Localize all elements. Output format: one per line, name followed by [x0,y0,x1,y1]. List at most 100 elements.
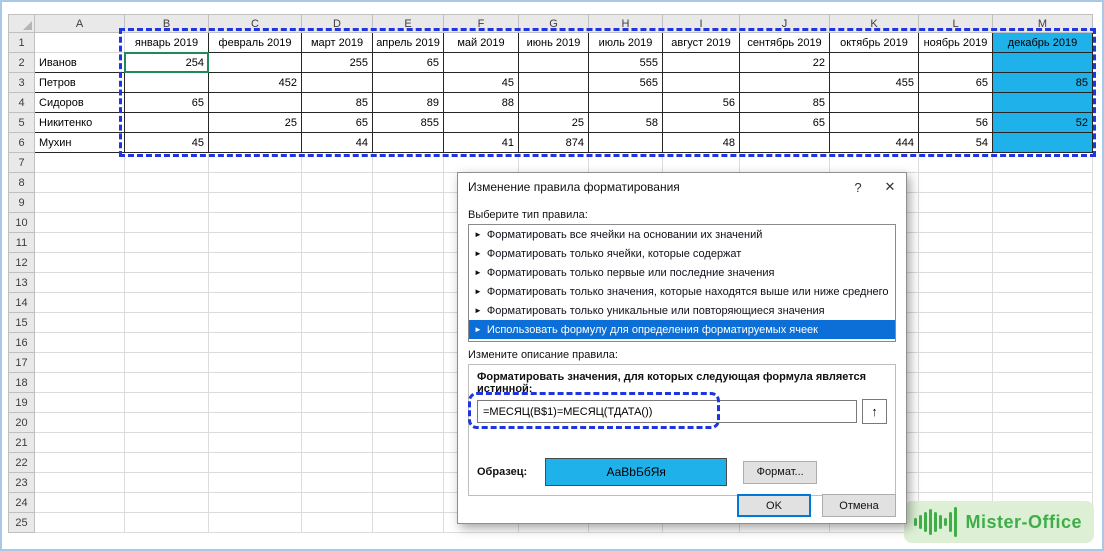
cell-M12[interactable] [993,253,1093,273]
cell-F5[interactable] [444,113,519,133]
column-header-G[interactable]: G [519,15,589,33]
cell-E11[interactable] [373,233,444,253]
rule-type-item[interactable]: ►Использовать формулу для определения фо… [469,320,895,339]
cell-B20[interactable] [125,413,209,433]
cell-L21[interactable] [919,433,993,453]
cell-L23[interactable] [919,473,993,493]
cell-E8[interactable] [373,173,444,193]
cell-A22[interactable] [35,453,125,473]
cell-J5[interactable]: 65 [740,113,830,133]
cell-F4[interactable]: 88 [444,93,519,113]
close-icon[interactable]: ✕ [874,173,906,201]
cell-A17[interactable] [35,353,125,373]
cell-D9[interactable] [302,193,373,213]
cell-M9[interactable] [993,193,1093,213]
cell-H2[interactable]: 555 [589,53,663,73]
dialog-titlebar[interactable]: Изменение правила форматирования ? ✕ [458,173,906,201]
cell-A23[interactable] [35,473,125,493]
select-all-corner[interactable] [9,15,35,33]
cell-D10[interactable] [302,213,373,233]
cell-C25[interactable] [209,513,302,533]
column-header-H[interactable]: H [589,15,663,33]
cell-M2[interactable] [993,53,1093,73]
rule-type-item[interactable]: ►Форматировать только значения, которые … [469,282,895,301]
cell-D16[interactable] [302,333,373,353]
cell-B5[interactable] [125,113,209,133]
cell-I3[interactable] [663,73,740,93]
cell-C17[interactable] [209,353,302,373]
cell-F6[interactable]: 41 [444,133,519,153]
rule-type-item[interactable]: ►Форматировать только первые или последн… [469,263,895,282]
cell-B4[interactable]: 65 [125,93,209,113]
rule-type-item[interactable]: ►Форматировать только ячейки, которые со… [469,244,895,263]
cell-L10[interactable] [919,213,993,233]
cell-E2[interactable]: 65 [373,53,444,73]
cell-M23[interactable] [993,473,1093,493]
cell-D21[interactable] [302,433,373,453]
cell-M13[interactable] [993,273,1093,293]
cell-D24[interactable] [302,493,373,513]
cell-C12[interactable] [209,253,302,273]
cell-C3[interactable]: 452 [209,73,302,93]
cell-E20[interactable] [373,413,444,433]
cell-L12[interactable] [919,253,993,273]
cell-L18[interactable] [919,373,993,393]
row-header-6[interactable]: 6 [9,133,35,153]
cell-B24[interactable] [125,493,209,513]
cell-A24[interactable] [35,493,125,513]
cancel-button[interactable]: Отмена [822,494,896,517]
cell-L19[interactable] [919,393,993,413]
cell-E7[interactable] [373,153,444,173]
cell-D23[interactable] [302,473,373,493]
column-header-J[interactable]: J [740,15,830,33]
cell-K5[interactable] [830,113,919,133]
cell-D2[interactable]: 255 [302,53,373,73]
cell-B8[interactable] [125,173,209,193]
column-header-F[interactable]: F [444,15,519,33]
cell-E9[interactable] [373,193,444,213]
cell-M21[interactable] [993,433,1093,453]
row-header-10[interactable]: 10 [9,213,35,233]
cell-A2[interactable]: Иванов [35,53,125,73]
row-header-9[interactable]: 9 [9,193,35,213]
cell-M22[interactable] [993,453,1093,473]
cell-L8[interactable] [919,173,993,193]
cell-J6[interactable] [740,133,830,153]
cell-D20[interactable] [302,413,373,433]
cell-C2[interactable] [209,53,302,73]
cell-B14[interactable] [125,293,209,313]
cell-C21[interactable] [209,433,302,453]
cell-A14[interactable] [35,293,125,313]
cell-A5[interactable]: Никитенко [35,113,125,133]
cell-D19[interactable] [302,393,373,413]
cell-A1[interactable] [35,33,125,53]
cell-F3[interactable]: 45 [444,73,519,93]
column-header-B[interactable]: B [125,15,209,33]
cell-M14[interactable] [993,293,1093,313]
column-header-A[interactable]: A [35,15,125,33]
cell-E3[interactable] [373,73,444,93]
cell-G4[interactable] [519,93,589,113]
cell-H6[interactable] [589,133,663,153]
cell-C14[interactable] [209,293,302,313]
cell-L20[interactable] [919,413,993,433]
cell-B3[interactable] [125,73,209,93]
cell-C24[interactable] [209,493,302,513]
cell-M10[interactable] [993,213,1093,233]
cell-A15[interactable] [35,313,125,333]
row-header-22[interactable]: 22 [9,453,35,473]
cell-C4[interactable] [209,93,302,113]
cell-B13[interactable] [125,273,209,293]
cell-A13[interactable] [35,273,125,293]
rule-type-item[interactable]: ►Форматировать только уникальные или пов… [469,301,895,320]
cell-D11[interactable] [302,233,373,253]
cell-C15[interactable] [209,313,302,333]
cell-D13[interactable] [302,273,373,293]
cell-B17[interactable] [125,353,209,373]
cell-B23[interactable] [125,473,209,493]
cell-C20[interactable] [209,413,302,433]
cell-E10[interactable] [373,213,444,233]
cell-A16[interactable] [35,333,125,353]
cell-C11[interactable] [209,233,302,253]
cell-E12[interactable] [373,253,444,273]
